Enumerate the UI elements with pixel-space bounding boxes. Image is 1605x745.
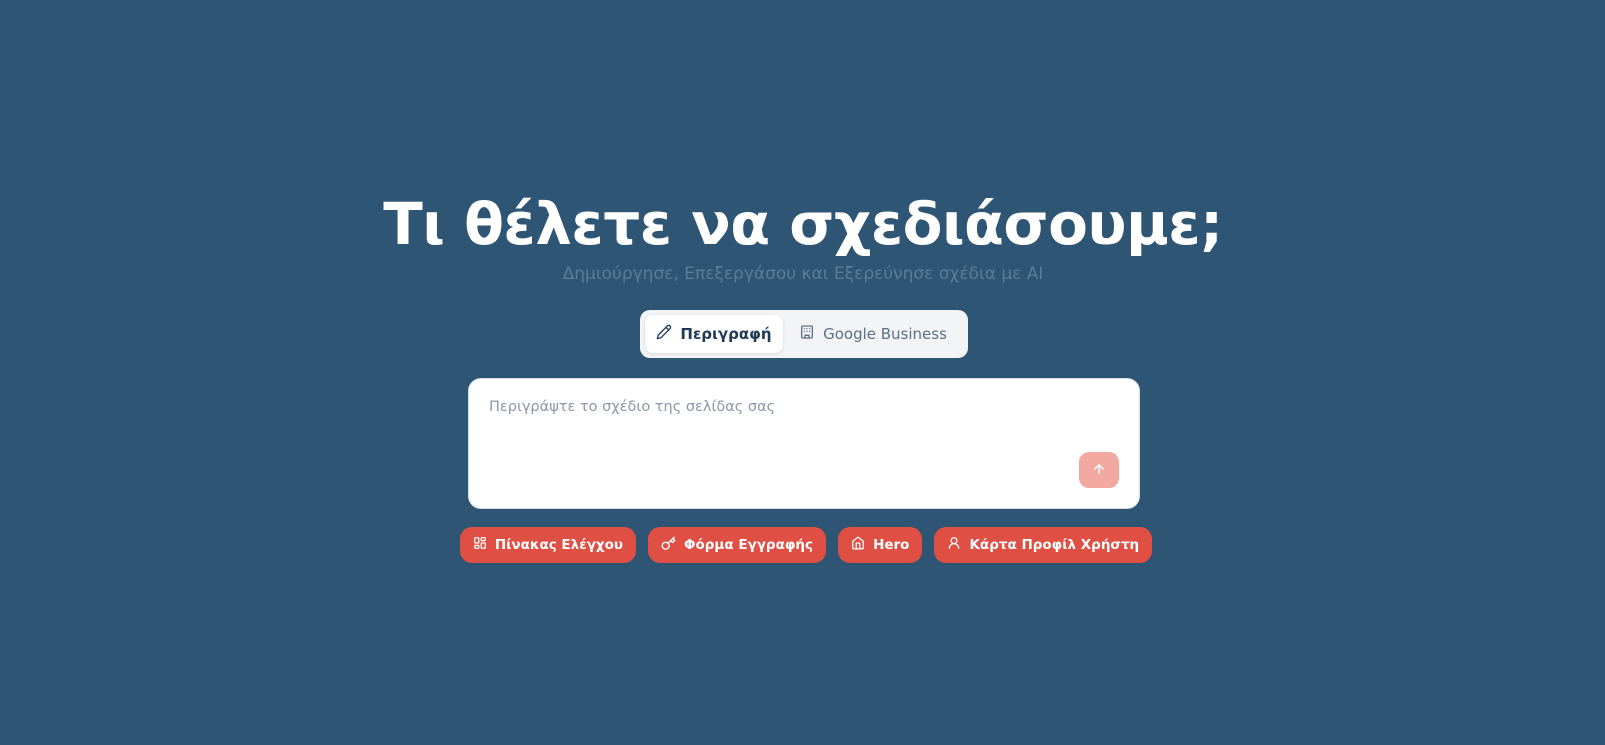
suggestion-signup-form[interactable]: Φόρμα Εγγραφής	[648, 527, 827, 563]
prompt-input[interactable]	[489, 399, 1049, 459]
suggestion-dashboard[interactable]: Πίνακας Ελέγχου	[459, 527, 636, 563]
suggestion-hero[interactable]: Hero	[838, 527, 923, 563]
key-icon	[661, 536, 676, 555]
pencil-icon	[656, 324, 672, 344]
tab-google-business-label: Google Business	[823, 325, 947, 343]
home-icon	[851, 536, 865, 554]
suggestion-signup-form-label: Φόρμα Εγγραφής	[684, 537, 814, 553]
prompt-card	[468, 378, 1140, 509]
tab-description[interactable]: Περιγραφή	[645, 315, 783, 353]
suggestion-hero-label: Hero	[873, 537, 910, 553]
input-mode-tabs: Περιγραφή Google Business	[640, 310, 968, 358]
send-button[interactable]	[1079, 452, 1119, 488]
user-icon	[947, 536, 961, 554]
dashboard-icon	[473, 536, 487, 554]
tab-google-business[interactable]: Google Business	[783, 315, 963, 353]
arrow-up-icon	[1092, 462, 1106, 479]
building-icon	[799, 324, 815, 344]
suggestion-chips: Πίνακας Ελέγχου Φόρμα Εγγραφής Hero Κάρτ…	[1, 527, 1605, 563]
suggestion-user-profile-card[interactable]: Κάρτα Προφίλ Χρήστη	[934, 527, 1153, 563]
suggestion-user-profile-card-label: Κάρτα Προφίλ Χρήστη	[969, 537, 1140, 553]
suggestion-dashboard-label: Πίνακας Ελέγχου	[494, 537, 623, 553]
tab-description-label: Περιγραφή	[680, 325, 772, 343]
page-subtitle: Δημιούργησε, Επεξεργάσου και Εξερεύνησε …	[562, 264, 1044, 284]
page-background: Τι θέλετε να σχεδιάσουμε; Δημιούργησε, Ε…	[1, 2, 1605, 745]
page-title: Τι θέλετε να σχεδιάσουμε;	[383, 190, 1223, 258]
